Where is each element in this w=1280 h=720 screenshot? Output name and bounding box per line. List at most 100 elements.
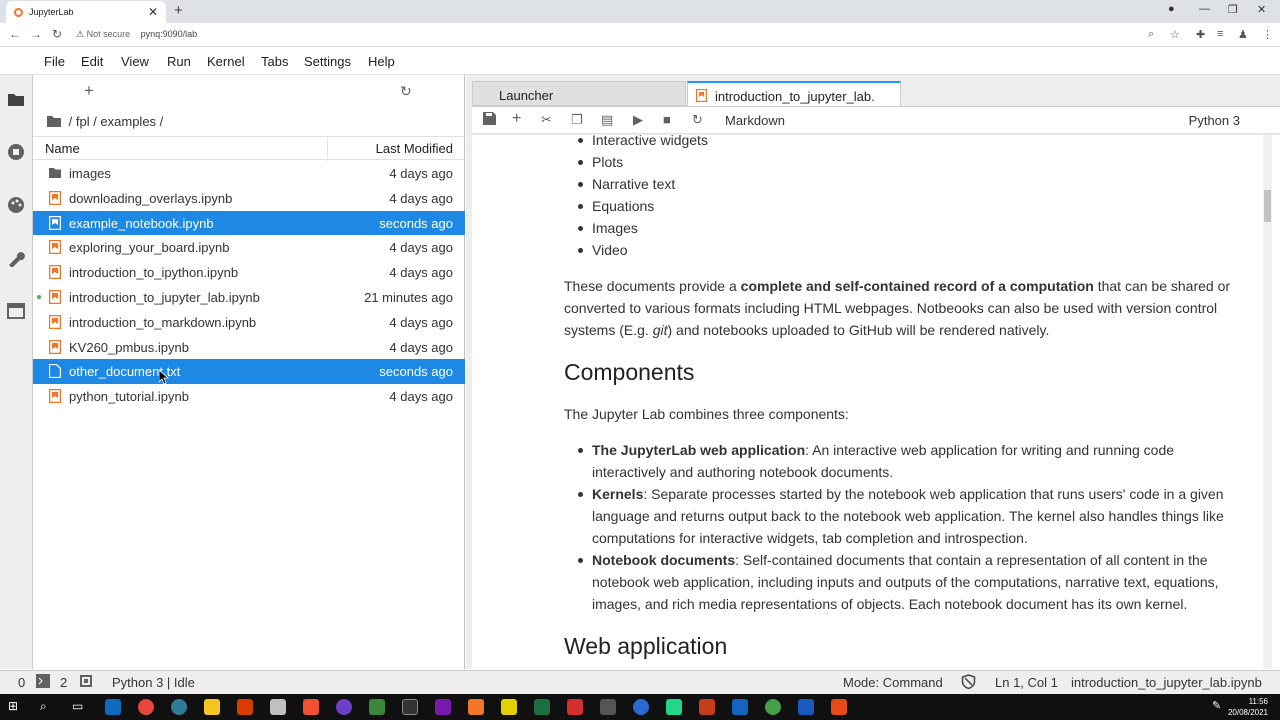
folder-icon[interactable] bbox=[6, 91, 26, 111]
onenote-icon[interactable] bbox=[435, 699, 451, 715]
maximize-icon[interactable]: ❐ bbox=[1228, 3, 1238, 16]
settings-icon[interactable] bbox=[600, 699, 616, 715]
cell-type-select[interactable]: Markdown bbox=[725, 113, 785, 128]
terminals-count[interactable]: 0 bbox=[18, 675, 25, 690]
menu-view[interactable]: View bbox=[121, 54, 149, 69]
file-row[interactable]: introduction_to_ipython.ipynb 4 days ago bbox=[33, 260, 465, 285]
windows-start-icon[interactable]: ⊞ bbox=[8, 699, 24, 715]
task-view-icon[interactable]: ▭ bbox=[72, 699, 88, 715]
tab-launcher[interactable]: Launcher bbox=[472, 81, 686, 106]
app-icon[interactable] bbox=[765, 699, 781, 715]
app-icon[interactable] bbox=[666, 699, 682, 715]
tab-search-icon[interactable]: ≡ bbox=[1217, 28, 1223, 40]
menu-tabs[interactable]: Tabs bbox=[261, 54, 288, 69]
browser-menu-icon[interactable]: ⋮ bbox=[1262, 28, 1273, 41]
running-icon[interactable] bbox=[6, 143, 26, 163]
save-icon[interactable] bbox=[483, 112, 496, 128]
zoom-icon[interactable]: ⌕ bbox=[1148, 28, 1154, 41]
column-divider[interactable] bbox=[327, 137, 328, 161]
app-icon[interactable] bbox=[270, 699, 286, 715]
cursor-position[interactable]: Ln 1, Col 1 bbox=[995, 675, 1058, 690]
search-icon[interactable]: ⌕ bbox=[40, 699, 56, 715]
extensions-icon[interactable]: ✚ bbox=[1196, 28, 1205, 41]
run-icon[interactable]: ▶ bbox=[633, 112, 643, 128]
menu-settings[interactable]: Settings bbox=[304, 54, 351, 69]
tab-notebook[interactable]: introduction_to_jupyter_lab. bbox=[687, 81, 901, 106]
wrench-icon[interactable] bbox=[6, 249, 26, 269]
new-tab-icon[interactable]: + bbox=[174, 2, 183, 19]
minimize-icon[interactable]: — bbox=[1199, 3, 1210, 15]
menu-kernel[interactable]: Kernel bbox=[207, 54, 245, 69]
left-sidebar bbox=[0, 75, 33, 669]
account-icon[interactable]: ♟ bbox=[1238, 28, 1248, 41]
kernel-name[interactable]: Python 3 bbox=[1189, 113, 1240, 128]
heading-web-application: Web application bbox=[564, 633, 728, 659]
close-tab-icon[interactable]: ✕ bbox=[148, 5, 158, 19]
git-icon[interactable] bbox=[303, 699, 319, 715]
app-icon[interactable] bbox=[369, 699, 385, 715]
globe-app-icon[interactable] bbox=[171, 699, 187, 715]
trusted-icon[interactable] bbox=[961, 674, 976, 692]
paste-icon[interactable]: ▤ bbox=[601, 112, 613, 128]
file-row[interactable]: KV260_pmbus.ipynb 4 days ago bbox=[33, 335, 465, 360]
new-launcher-icon[interactable]: + bbox=[84, 81, 94, 101]
pdf-icon[interactable] bbox=[567, 699, 583, 715]
bookmark-star-icon[interactable]: ☆ bbox=[1170, 28, 1180, 41]
close-window-icon[interactable]: ✕ bbox=[1257, 3, 1266, 16]
markdown-cell[interactable]: Interactive widgets Plots Narrative text… bbox=[564, 135, 1234, 659]
forward-icon[interactable]: → bbox=[30, 27, 42, 41]
file-row[interactable]: downloading_overlays.ipynb 4 days ago bbox=[33, 186, 465, 211]
app-icon[interactable] bbox=[732, 699, 748, 715]
column-name[interactable]: Name bbox=[45, 141, 80, 156]
file-row[interactable]: introduction_to_jupyter_lab.ipynb 21 min… bbox=[33, 285, 465, 310]
app-icon[interactable] bbox=[237, 699, 253, 715]
file-modified: seconds ago bbox=[379, 364, 453, 380]
palette-icon[interactable] bbox=[6, 196, 26, 216]
menu-file[interactable]: File bbox=[44, 54, 65, 69]
kernels-count[interactable]: 2 bbox=[60, 675, 67, 690]
jupyter-app-icon[interactable] bbox=[468, 699, 484, 715]
address-bar[interactable]: ⚠ Not secure pynq:9090/lab bbox=[76, 29, 197, 40]
kernel-status[interactable]: Python 3 | Idle bbox=[112, 675, 195, 690]
refresh-icon[interactable]: ↻ bbox=[400, 83, 412, 100]
stop-icon[interactable]: ■ bbox=[663, 112, 671, 127]
tabs-icon[interactable] bbox=[6, 303, 26, 323]
column-last-modified[interactable]: Last Modified bbox=[376, 141, 453, 156]
cut-icon[interactable]: ✂ bbox=[541, 112, 552, 128]
profile-icon[interactable]: ● bbox=[1168, 3, 1175, 15]
chrome-icon[interactable] bbox=[138, 699, 154, 715]
breadcrumb-path[interactable]: / fpl / examples / bbox=[69, 114, 164, 129]
app-icon[interactable] bbox=[633, 699, 649, 715]
menu-run[interactable]: Run bbox=[167, 54, 191, 69]
github-icon[interactable] bbox=[336, 699, 352, 715]
powerpoint-icon[interactable] bbox=[699, 699, 715, 715]
file-row[interactable]: introduction_to_markdown.ipynb 4 days ag… bbox=[33, 310, 465, 335]
menu-help[interactable]: Help bbox=[368, 54, 395, 69]
file-explorer-icon[interactable] bbox=[204, 699, 220, 715]
insert-cell-icon[interactable]: + bbox=[512, 110, 521, 128]
reload-icon[interactable]: ↻ bbox=[52, 27, 62, 41]
menu-edit[interactable]: Edit bbox=[81, 54, 103, 69]
file-row[interactable]: python_tutorial.ipynb 4 days ago bbox=[33, 384, 465, 409]
mouse-cursor-icon bbox=[159, 370, 169, 384]
file-row-selected[interactable]: example_notebook.ipynb seconds ago bbox=[33, 210, 465, 236]
system-clock[interactable]: 11:56 20/08/2021 bbox=[1228, 696, 1268, 718]
notebook-scrollbar[interactable] bbox=[1263, 135, 1272, 669]
file-row[interactable]: exploring_your_board.ipynb 4 days ago bbox=[33, 235, 465, 260]
word-icon[interactable] bbox=[798, 699, 814, 715]
browser-tab[interactable]: JupyterLab ✕ bbox=[6, 1, 166, 23]
app-icon[interactable] bbox=[501, 699, 517, 715]
home-folder-icon[interactable] bbox=[47, 115, 61, 127]
app-icon[interactable] bbox=[831, 699, 847, 715]
clock-date: 20/08/2021 bbox=[1227, 708, 1268, 717]
terminal-app-icon[interactable] bbox=[402, 699, 418, 715]
outlook-icon[interactable] bbox=[105, 699, 121, 715]
restart-icon[interactable]: ↻ bbox=[692, 112, 703, 128]
pen-icon[interactable]: ✎ bbox=[1212, 699, 1228, 715]
copy-icon[interactable]: ❐ bbox=[571, 112, 583, 128]
excel-icon[interactable] bbox=[534, 699, 550, 715]
file-row-selected[interactable]: other_document.txt seconds ago bbox=[33, 359, 465, 385]
file-row[interactable]: images 4 days ago bbox=[33, 161, 465, 186]
back-icon[interactable]: ← bbox=[9, 27, 21, 41]
scroll-thumb[interactable] bbox=[1264, 190, 1271, 222]
